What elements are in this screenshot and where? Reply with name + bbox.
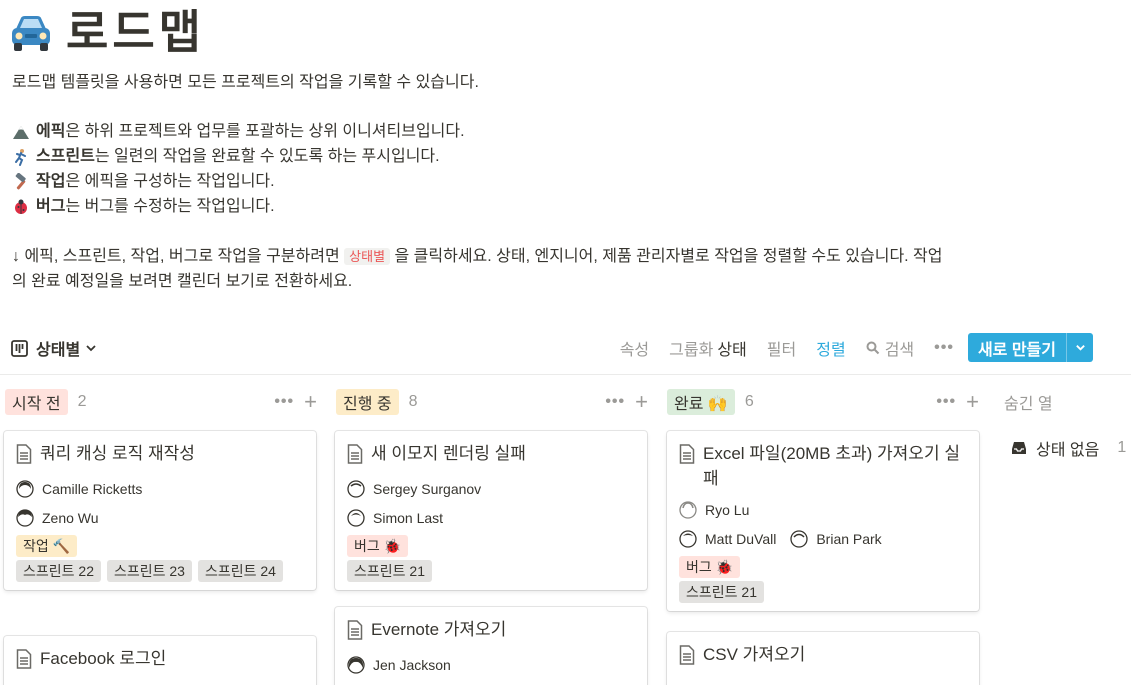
sprint-tag: 스프린트 21 [347,560,432,582]
group-by-button[interactable]: 그룹화 상태 [669,336,747,360]
add-card-button[interactable]: + [304,391,317,413]
page-icon [679,645,695,665]
hidden-column-no-status[interactable]: 상태 없음 1 [1010,436,1126,460]
board-view-icon [11,339,28,357]
more-options-button[interactable]: ••• [934,339,954,357]
board-card[interactable]: Facebook 로그인 [4,636,316,685]
column-more-button[interactable]: ••• [274,393,294,411]
column-count: 8 [408,393,418,410]
type-tag: 버그 🐞 [347,535,409,557]
chevron-down-icon [86,345,96,352]
avatar [679,500,697,519]
new-button-dropdown[interactable] [1066,333,1093,362]
page-intro: 로드맵 템플릿을 사용하면 모든 프로젝트의 작업을 기록할 수 있습니다. [12,74,479,91]
hidden-columns-header: 숨긴 열 [1004,396,1053,413]
avatar [16,479,34,498]
type-row-task: 작업 은 에픽을 구성하는 작업입니다. [12,169,465,194]
filter-button[interactable]: 필터 [767,336,796,360]
sprint-tag: 스프린트 21 [679,581,764,603]
add-card-button[interactable]: + [635,391,648,413]
type-tag: 버그 🐞 [679,556,741,578]
page-title: 로드맵 [66,6,205,58]
avatar [16,508,34,527]
card-title: 쿼리 캐싱 로직 재작성 [40,444,195,463]
avatar [347,508,365,527]
sprint-tag: 스프린트 23 [106,560,192,582]
board-card[interactable]: Evernote 가져오기 Jen Jackson [335,607,647,685]
sprint-tag: 스프린트 24 [197,560,283,582]
avatar [347,655,365,674]
type-row-bug: 버그 는 버그를 수정하는 작업입니다. [12,194,465,219]
card-title: 새 이모지 렌더링 실패 [371,444,526,463]
assignee: Camille Ricketts [16,474,304,503]
card-title: Excel 파일(20MB 초과) 가져오기 실패 [703,444,960,488]
page-header: 로드맵 [8,4,205,60]
page-icon [679,444,695,464]
board-card[interactable]: Excel 파일(20MB 초과) 가져오기 실패 Ryo Lu Matt Du… [667,431,979,611]
type-tag: 작업 🔨 [16,535,78,557]
toolbar-divider [0,374,1131,375]
bug-icon [12,198,30,216]
column-count: 2 [77,393,87,410]
assignee: Simon Last [347,503,635,532]
search-icon [866,341,879,354]
column-more-button[interactable]: ••• [605,393,625,411]
avatar [679,529,697,548]
assignee: Jen Jackson [347,650,635,679]
assignee: Brian Park [790,524,882,553]
status-badge[interactable]: 시작 전 [5,389,68,415]
status-badge[interactable]: 진행 중 [336,389,399,415]
properties-button[interactable]: 속성 [620,336,649,360]
board-card[interactable]: 쿼리 캐싱 로직 재작성 Camille Ricketts Zeno Wu 작업… [4,431,316,590]
type-row-sprint: 스프린트 는 일련의 작업을 완료할 수 있도록 하는 푸시입니다. [12,144,465,169]
status-badge[interactable]: 완료 🙌 [667,389,735,415]
assignee: Ryo Lu [679,495,967,524]
avatar [347,479,365,498]
column-header-not-started: 시작 전 2 ••• + [5,389,317,415]
runner-icon [12,148,30,166]
sprint-tag: 스프린트 22 [16,560,101,582]
assignee: Zeno Wu [16,503,304,532]
board-card[interactable]: CSV 가져오기 [667,632,979,685]
page-icon [16,649,32,669]
card-title: CSV 가져오기 [703,645,806,664]
page-icon [16,444,32,464]
toolbar-actions: 속성 그룹화 상태 필터 정렬 검색 ••• 새로 만들기 [600,333,1093,362]
page-icon [347,444,363,464]
type-legend: 에픽 은 하위 프로젝트와 업무를 포괄하는 상위 이니셔티브입니다. 스프린트 는… [12,119,465,219]
card-title: Evernote 가져오기 [371,620,507,639]
add-card-button[interactable]: + [966,391,979,413]
view-name: 상태별 [36,342,81,359]
new-button-label[interactable]: 새로 만들기 [968,333,1066,362]
view-switcher[interactable]: 상태별 [11,336,97,360]
inline-code-view-name: 상태별 [344,248,391,265]
column-header-in-progress: 진행 중 8 ••• + [336,389,648,415]
inbox-icon [1012,442,1026,454]
column-header-done: 완료 🙌 6 ••• + [667,389,979,415]
hammer-icon [12,172,30,191]
avatar [790,529,808,548]
column-count: 6 [744,393,754,410]
assignee: Matt DuVall [679,524,776,553]
car-icon[interactable] [8,9,54,55]
mountain-icon [12,123,30,141]
guide-text: ↓ 에픽, 스프린트, 작업, 버그로 작업을 구분하려면 상태별 을 클릭하세… [12,248,943,290]
chevron-down-icon [1075,345,1085,351]
search-button[interactable]: 검색 [866,336,914,360]
column-more-button[interactable]: ••• [936,393,956,411]
type-row-epic: 에픽 은 하위 프로젝트와 업무를 포괄하는 상위 이니셔티브입니다. [12,119,465,144]
page-icon [347,620,363,640]
board-toolbar: 상태별 속성 그룹화 상태 필터 정렬 검색 ••• 새로 만들기 [0,330,1131,366]
assignee: Sergey Surganov [347,474,635,503]
card-title: Facebook 로그인 [40,649,167,668]
new-button[interactable]: 새로 만들기 [967,333,1093,362]
board-card[interactable]: 새 이모지 렌더링 실패 Sergey Surganov Simon Last … [335,431,647,590]
sort-button[interactable]: 정렬 [816,336,845,360]
